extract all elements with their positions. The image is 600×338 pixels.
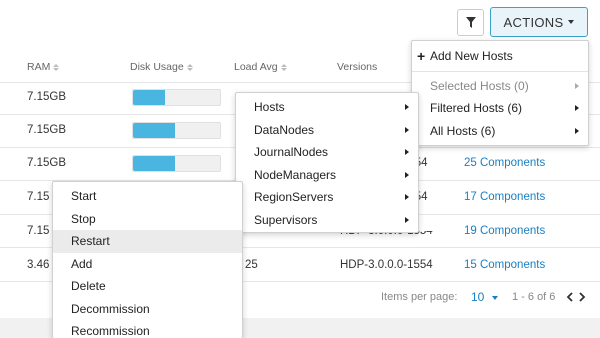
ram-cell: 7.15 [27,191,50,203]
operation-decommission[interactable]: Decommission [53,298,242,321]
operation-start[interactable]: Start [53,185,242,208]
operation-restart[interactable]: Restart [53,230,242,253]
operation-delete[interactable]: Delete [53,275,242,298]
next-page-icon[interactable] [578,292,586,302]
operation-add[interactable]: Add [53,253,242,276]
disk-usage-bar [132,155,221,172]
ram-cell: 7.15GB [27,157,66,169]
disk-usage-bar [132,89,221,106]
chevron-right-icon [405,104,409,110]
selected-hosts-item[interactable]: Selected Hosts (0) [412,75,588,98]
actions-button[interactable]: ACTIONS [490,7,588,37]
chevron-right-icon [575,105,579,111]
chevron-right-icon [405,216,409,223]
add-new-hosts-item[interactable]: + Add New Hosts [412,45,588,68]
plus-icon: + [417,48,426,64]
prev-page-icon[interactable] [566,292,574,302]
components-link[interactable]: 15 Components [464,259,545,271]
submenu-item-datanodes[interactable]: DataNodes [236,119,418,142]
components-link[interactable]: 25 Components [464,157,545,169]
load-avg-cell: 25 [245,259,258,271]
chevron-right-icon [405,171,409,178]
column-header-disk-usage[interactable]: Disk Usage [130,61,193,73]
submenu-item-supervisors[interactable]: Supervisors [236,209,418,232]
chevron-right-icon [405,194,409,200]
chevron-right-icon [405,126,409,133]
ram-cell: 3.46 [27,259,50,271]
operation-recommission[interactable]: Recommission [53,320,242,338]
submenu-item-journalnodes[interactable]: JournalNodes [236,141,418,164]
submenu-item-regionservers[interactable]: RegionServers [236,186,418,209]
version-cell: HDP-3.0.0.0-1554 [340,259,433,271]
menu-divider [412,70,588,72]
disk-usage-fill [133,156,175,171]
filter-icon [465,17,476,28]
column-header-ram[interactable]: RAM [27,61,60,73]
filter-button[interactable] [457,9,484,36]
components-link[interactable]: 19 Components [464,225,545,237]
caret-down-icon [568,20,575,24]
components-link[interactable]: 17 Components [464,191,545,203]
disk-usage-fill [133,90,166,105]
actions-menu: + Add New Hosts Selected Hosts (0) Filte… [411,40,589,146]
column-header-versions[interactable]: Versions [337,61,377,73]
chevron-right-icon [405,149,409,155]
ram-cell: 7.15GB [27,124,66,136]
filtered-hosts-item[interactable]: Filtered Hosts (6) [412,97,588,120]
disk-usage-fill [133,123,175,138]
sort-icon [186,63,193,71]
caret-down-icon [491,295,498,300]
items-per-page-label: Items per page: [381,291,458,303]
all-hosts-item[interactable]: All Hosts (6) [412,120,588,143]
items-per-page-select[interactable]: 10 [471,290,498,304]
chevron-right-icon [575,127,579,134]
ram-cell: 7.15 [27,225,50,237]
sort-icon [53,63,60,71]
ram-cell: 7.15GB [27,91,66,103]
column-header-load-avg[interactable]: Load Avg [234,61,287,73]
page-range: 1 - 6 of 6 [512,291,556,303]
actions-label: ACTIONS [503,14,564,30]
chevron-right-icon [575,82,579,89]
components-submenu: Hosts DataNodes JournalNodes NodeManager… [235,92,419,233]
submenu-item-nodemanagers[interactable]: NodeManagers [236,164,418,187]
disk-usage-bar [132,122,221,139]
sort-icon [280,63,287,71]
operations-submenu: Start Stop Restart Add Delete Decommissi… [52,181,243,338]
operation-stop[interactable]: Stop [53,208,242,231]
submenu-item-hosts[interactable]: Hosts [236,96,418,119]
